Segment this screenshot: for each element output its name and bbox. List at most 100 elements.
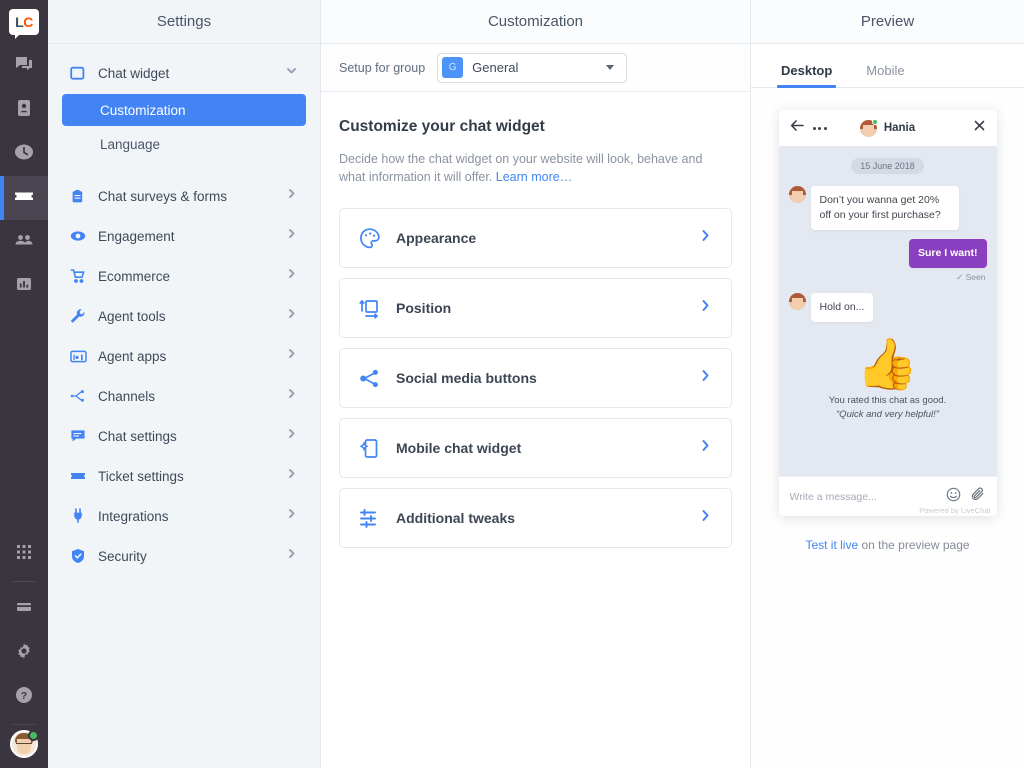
plug-icon xyxy=(70,508,92,524)
agent-avatar xyxy=(860,120,877,137)
tab-mobile[interactable]: Mobile xyxy=(862,63,908,87)
chat-rating: 👍 You rated this chat as good. “Quick an… xyxy=(789,331,987,424)
sidebar-item-integrations[interactable]: Integrations xyxy=(48,496,320,536)
help-icon: ? xyxy=(14,685,34,710)
agent-avatar-face xyxy=(792,298,803,310)
agent-avatar-face xyxy=(863,125,874,137)
billing-icon xyxy=(14,597,34,622)
agent-online-dot xyxy=(872,119,878,125)
agent-avatar xyxy=(789,293,806,310)
rail-item-team[interactable] xyxy=(0,220,48,264)
reports-icon xyxy=(14,274,34,299)
message-row-agent: Hold on... xyxy=(789,293,987,322)
rail-item-apps[interactable] xyxy=(0,532,48,576)
message-input[interactable]: Write a message... xyxy=(790,491,946,503)
sidebar-item-chat-settings[interactable]: Chat settings xyxy=(48,416,320,456)
tab-desktop[interactable]: Desktop xyxy=(777,63,836,87)
group-select[interactable]: G General xyxy=(437,53,627,83)
more-options-icon[interactable] xyxy=(813,127,827,130)
emoji-icon[interactable] xyxy=(946,487,961,507)
sidebar-item-customization[interactable]: Customization xyxy=(62,94,306,126)
preview-title: Preview xyxy=(861,13,914,30)
sidebar-item-channels[interactable]: Channels xyxy=(48,376,320,416)
history-icon xyxy=(14,142,34,167)
sidebar-group-chat-widget[interactable]: Chat widget xyxy=(48,58,320,88)
group-select-value: General xyxy=(472,60,606,75)
rail-item-chats[interactable] xyxy=(0,44,48,88)
agent-avatar xyxy=(789,186,806,203)
attachment-icon[interactable] xyxy=(970,487,986,507)
livechat-logo[interactable]: LC xyxy=(9,9,39,35)
channels-icon xyxy=(70,388,92,404)
message-bubble: Don’t you wanna get 20% off on your firs… xyxy=(811,186,959,230)
avatar[interactable] xyxy=(10,730,38,758)
rail-item-history[interactable] xyxy=(0,132,48,176)
ticket-icon xyxy=(13,185,35,212)
agent-name: Hania xyxy=(884,122,915,134)
rail-divider-1 xyxy=(13,581,35,582)
sidebar-item-agent-tools[interactable]: Agent tools xyxy=(48,296,320,336)
rail-item-billing[interactable] xyxy=(0,587,48,631)
date-divider: 15 June 2018 xyxy=(851,158,924,174)
customization-body: Customize your chat widget Decide how th… xyxy=(321,92,750,558)
rail-item-reports[interactable] xyxy=(0,264,48,308)
logo-letter-c: C xyxy=(23,14,33,30)
sidebar-item-engagement[interactable]: Engagement xyxy=(48,216,320,256)
sidebar-item-label: Channels xyxy=(92,389,285,404)
message-row-visitor: Sure I want! xyxy=(789,239,987,268)
thumbs-up-icon: 👍 xyxy=(789,339,987,389)
chevron-right-icon xyxy=(285,307,298,325)
agent-avatar-face xyxy=(792,191,803,203)
message-bubble: Hold on... xyxy=(811,293,874,322)
rail-item-settings[interactable] xyxy=(0,631,48,675)
message-bubble: Sure I want! xyxy=(909,239,987,268)
sidebar-item-language[interactable]: Language xyxy=(62,128,306,160)
card-social-media-buttons[interactable]: Social media buttons xyxy=(339,348,732,408)
rail-divider-2 xyxy=(13,724,35,725)
chevron-right-icon xyxy=(285,427,298,445)
chevron-down-icon[interactable] xyxy=(285,64,298,82)
card-additional-tweaks[interactable]: Additional tweaks xyxy=(339,488,732,548)
section-heading: Customize your chat widget xyxy=(339,118,732,136)
sidebar-item-ticket-settings[interactable]: Ticket settings xyxy=(48,456,320,496)
chat-bubble-icon xyxy=(70,428,92,444)
card-appearance[interactable]: Appearance xyxy=(339,208,732,268)
sidebar-item-chat-surveys-forms[interactable]: Chat surveys & forms xyxy=(48,176,320,216)
sidebar-item-label: Chat surveys & forms xyxy=(92,189,285,204)
rail-item-archives[interactable] xyxy=(0,88,48,132)
chat-widget-body: 15 June 2018 Don’t you wanna get 20% off… xyxy=(779,146,997,476)
sidebar-item-label: Agent tools xyxy=(92,309,285,324)
wrench-icon xyxy=(70,308,92,324)
shield-icon xyxy=(70,548,92,564)
archives-icon xyxy=(14,98,34,123)
rating-comment: “Quick and very helpful!” xyxy=(789,409,987,420)
rating-text: You rated this chat as good. xyxy=(789,395,987,406)
sidebar-item-label: Language xyxy=(100,137,160,152)
close-icon[interactable] xyxy=(973,119,986,137)
sidebar-item-agent-apps[interactable]: Agent apps xyxy=(48,336,320,376)
chat-widget-preview: Hania 15 June 2018 Don’t you wanna get 2… xyxy=(779,110,997,516)
position-icon xyxy=(358,297,392,320)
page-title: Customization xyxy=(488,13,583,30)
rail-item-tickets[interactable] xyxy=(0,176,48,220)
palette-icon xyxy=(358,227,392,250)
share-icon xyxy=(358,367,392,390)
tab-label: Desktop xyxy=(781,63,832,78)
sidebar-item-ecommerce[interactable]: Ecommerce xyxy=(48,256,320,296)
rail-item-help[interactable]: ? xyxy=(0,675,48,719)
powered-by-label: Powered by LiveChat xyxy=(919,506,990,515)
sidebar-item-label: Security xyxy=(92,549,285,564)
learn-more-link[interactable]: Learn more… xyxy=(496,170,572,184)
chevron-right-icon xyxy=(698,508,713,528)
sidebar-subitems: Customization Language xyxy=(48,88,320,160)
sidebar-item-label: Integrations xyxy=(92,509,285,524)
back-arrow-icon[interactable] xyxy=(790,119,805,137)
card-position[interactable]: Position xyxy=(339,278,732,338)
test-it-live-link[interactable]: Test it live xyxy=(805,538,858,552)
card-mobile-chat-widget[interactable]: Mobile chat widget xyxy=(339,418,732,478)
chevron-right-icon xyxy=(698,438,713,458)
message-row-agent: Don’t you wanna get 20% off on your firs… xyxy=(789,186,987,230)
sidebar-item-label: Chat settings xyxy=(92,429,285,444)
setup-for-group-label: Setup for group xyxy=(339,61,425,75)
sidebar-item-security[interactable]: Security xyxy=(48,536,320,576)
